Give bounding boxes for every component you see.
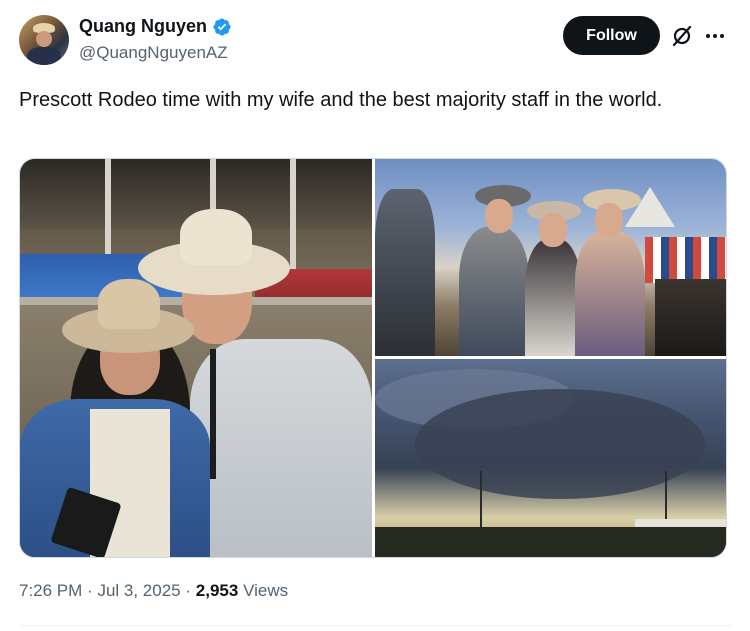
media-grid xyxy=(19,158,727,558)
views-label: Views xyxy=(243,581,289,600)
verified-badge-icon[interactable] xyxy=(212,17,232,37)
post-date[interactable]: Jul 3, 2025 xyxy=(97,581,180,600)
tweet-meta: 7:26 PM · Jul 3, 2025 · 2,953 Views xyxy=(19,581,288,601)
more-icon[interactable] xyxy=(703,24,727,48)
post-time[interactable]: 7:26 PM xyxy=(19,581,82,600)
avatar[interactable] xyxy=(19,15,69,65)
meta-separator: · xyxy=(87,581,93,600)
follow-button[interactable]: Follow xyxy=(563,16,660,55)
author-handle[interactable]: @QuangNguyenAZ xyxy=(79,43,228,63)
photo-friends[interactable] xyxy=(375,159,726,356)
post-text: Prescott Rodeo time with my wife and the… xyxy=(19,89,663,111)
divider xyxy=(19,625,731,626)
tweet: Quang Nguyen @QuangNguyenAZ Follow Presc… xyxy=(0,0,750,631)
author-name-row: Quang Nguyen xyxy=(79,16,232,37)
photo-sky[interactable] xyxy=(375,359,726,557)
views-count: 2,953 xyxy=(195,581,239,600)
grok-icon[interactable] xyxy=(670,24,694,48)
meta-separator: · xyxy=(185,581,192,600)
author-display-name[interactable]: Quang Nguyen xyxy=(79,16,207,37)
photo-couple[interactable] xyxy=(20,159,372,557)
